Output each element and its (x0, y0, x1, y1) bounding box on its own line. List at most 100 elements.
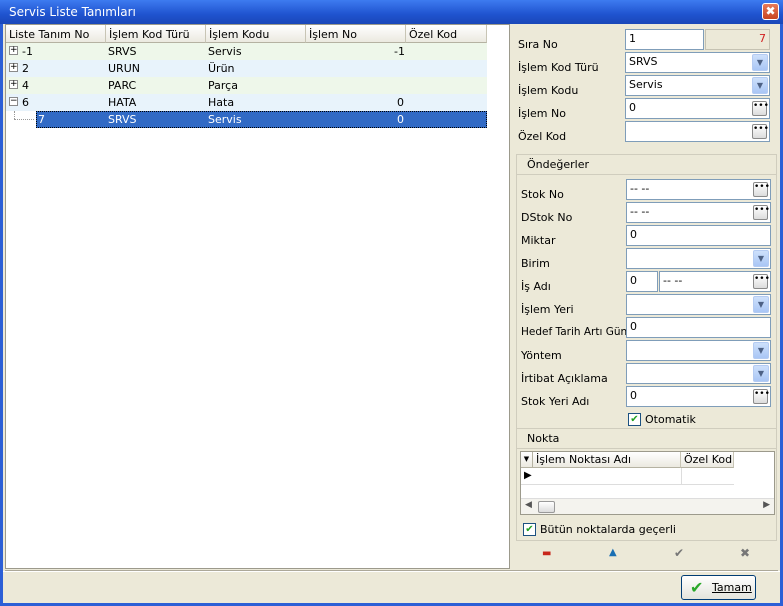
cell-islem-no: 0 (397, 96, 404, 109)
islem-no-value: 0 (629, 101, 636, 114)
ellipsis-icon[interactable]: ••• (753, 389, 770, 404)
otomatik-checkbox[interactable]: ✔ (628, 413, 641, 426)
checkmark-icon: ✔ (690, 578, 704, 597)
islem-kod-turu-select[interactable]: SRVS ▼ (625, 52, 770, 73)
column-header-ozel-kod[interactable]: Özel Kod (681, 452, 734, 468)
list-grid[interactable]: Liste Tanım No İşlem Kod Türü İşlem Kodu… (5, 24, 510, 569)
chevron-down-icon[interactable]: ▼ (753, 296, 769, 313)
stok-no-field[interactable]: -- -- ••• (626, 179, 771, 200)
scroll-thumb[interactable] (538, 501, 555, 513)
ozel-kod-label: Özel Kod (518, 130, 567, 143)
footer-bar: ✔ Tamam (3, 571, 780, 603)
title-bar[interactable]: Servis Liste Tanımları ✖ (0, 0, 783, 24)
close-button[interactable]: ✖ (762, 3, 779, 20)
main-fields: Sıra No 1 7 İşlem Kod Türü SRVS ▼ İşlem … (514, 24, 777, 152)
ondegerler-title: Öndeğerler (517, 155, 776, 175)
cell-kod: Servis (208, 45, 242, 58)
cell-no: 2 (22, 62, 29, 75)
table-row[interactable]: + 4 PARC Parça (6, 77, 487, 94)
islem-kodu-select[interactable]: Servis ▼ (625, 75, 770, 96)
dstok-no-field[interactable]: -- -- ••• (626, 202, 771, 223)
cell-divider (681, 468, 682, 485)
hedef-field[interactable]: 0 (626, 317, 771, 338)
ondegerler-group: Öndeğerler Stok No -- -- ••• DStok No --… (516, 154, 777, 430)
cell-kod: Servis (208, 113, 242, 126)
table-row[interactable]: ▶ (521, 468, 734, 485)
column-header-liste-tanim-no[interactable]: Liste Tanım No (6, 25, 106, 43)
ellipsis-icon[interactable]: ••• (752, 124, 769, 139)
table-row-selected[interactable]: 7 SRVS Servis 0 (6, 111, 487, 128)
detail-panel: Sıra No 1 7 İşlem Kod Türü SRVS ▼ İşlem … (514, 24, 777, 569)
chevron-down-icon[interactable]: ▼ (753, 250, 769, 267)
islem-yeri-label: İşlem Yeri (521, 303, 574, 316)
chevron-down-icon[interactable]: ▼ (752, 77, 768, 94)
ok-button-label: Tamam (712, 581, 752, 594)
expand-icon[interactable]: + (9, 46, 18, 55)
islem-no-field[interactable]: 0 ••• (625, 98, 770, 119)
islem-kodu-value: Servis (629, 78, 663, 91)
cell-islem-no: -1 (394, 45, 405, 58)
remove-icon[interactable]: ▬ (542, 548, 551, 559)
dstok-no-value: -- -- (630, 205, 650, 218)
islem-no-label: İşlem No (518, 107, 566, 120)
cell-tur: SRVS (108, 45, 137, 58)
chevron-down-icon[interactable]: ▼ (753, 342, 769, 359)
islem-yeri-select[interactable]: ▼ (626, 294, 771, 315)
stok-no-value: -- -- (630, 182, 650, 195)
yontem-label: Yöntem (521, 349, 562, 362)
irtibat-select[interactable]: ▼ (626, 363, 771, 384)
nokta-grid[interactable]: ▼ İşlem Noktası Adı Özel Kod ▶ ◀ ▶ (520, 451, 775, 515)
cell-kod: Hata (208, 96, 235, 109)
column-header-islem-no[interactable]: İşlem No (306, 25, 406, 43)
move-up-icon[interactable]: ▲ (609, 547, 617, 558)
chevron-down-icon[interactable]: ▼ (752, 54, 768, 71)
cell-no: 7 (38, 113, 45, 126)
ozel-kod-field[interactable]: ••• (625, 121, 770, 142)
column-header-islem-kod-turu[interactable]: İşlem Kod Türü (106, 25, 206, 43)
expand-icon[interactable]: + (9, 80, 18, 89)
cell-islem-no: 0 (397, 113, 404, 126)
ellipsis-icon[interactable]: ••• (753, 205, 770, 220)
stok-yeri-field[interactable]: 0 ••• (626, 386, 771, 407)
islem-kod-turu-value: SRVS (629, 55, 658, 68)
birim-select[interactable]: ▼ (626, 248, 771, 269)
is-adi-field[interactable]: -- -- ••• (659, 271, 771, 292)
row-selector-header[interactable]: ▼ (521, 452, 533, 468)
column-header-ozel-kod[interactable]: Özel Kod (406, 25, 487, 43)
cancel-icon[interactable]: ✖ (740, 546, 750, 560)
check-icon[interactable]: ✔ (674, 546, 684, 560)
all-points-checkbox[interactable]: ✔ (523, 523, 536, 536)
sira-no-field[interactable]: 1 (625, 29, 704, 50)
ellipsis-icon[interactable]: ••• (753, 274, 770, 289)
table-row[interactable]: + 2 URUN Ürün (6, 60, 487, 77)
collapse-icon[interactable]: − (9, 97, 18, 106)
cell-kod: Parça (208, 79, 238, 92)
ok-button[interactable]: ✔ Tamam (681, 575, 756, 600)
all-points-label: Bütün noktalarda geçerli (540, 523, 676, 536)
horizontal-scrollbar[interactable]: ◀ ▶ (521, 498, 774, 514)
cell-kod: Ürün (208, 62, 235, 75)
stok-yeri-value: 0 (630, 389, 637, 402)
cell-tur: URUN (108, 62, 140, 75)
column-header-islem-noktasi-adi[interactable]: İşlem Noktası Adı (533, 452, 681, 468)
yontem-select[interactable]: ▼ (626, 340, 771, 361)
tree-line (14, 111, 15, 119)
miktar-field[interactable]: 0 (626, 225, 771, 246)
is-adi-no-field[interactable]: 0 (626, 271, 658, 292)
scroll-left-icon[interactable]: ◀ (525, 500, 532, 510)
table-row[interactable]: + -1 SRVS Servis -1 (6, 43, 487, 60)
cell-tur: PARC (108, 79, 137, 92)
scroll-right-icon[interactable]: ▶ (763, 500, 770, 510)
cell-tur: SRVS (108, 113, 137, 126)
window: Servis Liste Tanımları ✖ Liste Tanım No … (0, 0, 783, 606)
table-row[interactable]: − 6 HATA Hata 0 (6, 94, 487, 111)
birim-label: Birim (521, 257, 550, 270)
cell-no: 4 (22, 79, 29, 92)
chevron-down-icon[interactable]: ▼ (753, 365, 769, 382)
expand-icon[interactable]: + (9, 63, 18, 72)
ellipsis-icon[interactable]: ••• (752, 101, 769, 116)
column-header-islem-kodu[interactable]: İşlem Kodu (206, 25, 306, 43)
ellipsis-icon[interactable]: ••• (753, 182, 770, 197)
nokta-title: Nokta (517, 429, 776, 449)
cell-tur: HATA (108, 96, 137, 109)
